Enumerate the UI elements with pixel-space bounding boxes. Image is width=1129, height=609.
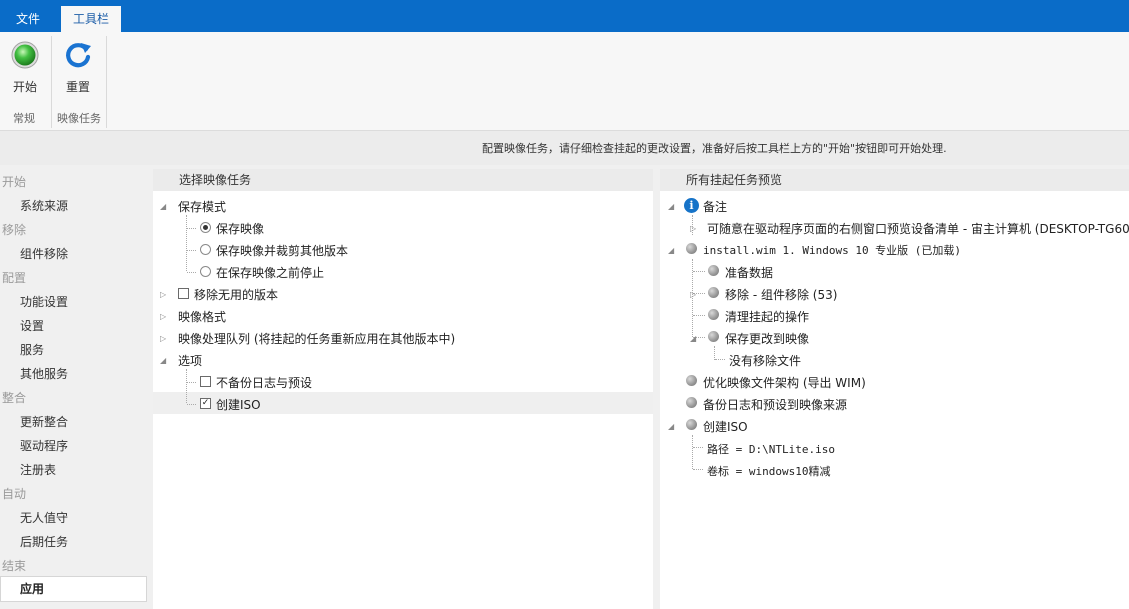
reset-label: 重置 bbox=[65, 80, 90, 94]
ribbon-separator bbox=[106, 36, 107, 128]
sidebar-item-drivers[interactable]: 驱动程序 bbox=[20, 437, 68, 454]
no-backup-checkbox[interactable] bbox=[200, 376, 211, 387]
collapse-arrow-icon[interactable]: ◢ bbox=[668, 422, 674, 431]
tree-connector bbox=[186, 369, 187, 403]
remove-unused-label: 移除无用的版本 bbox=[194, 288, 279, 302]
sidebar-item-component-removal[interactable]: 组件移除 bbox=[20, 245, 68, 262]
tree-connector bbox=[693, 447, 703, 448]
collapse-arrow-icon[interactable]: ◢ bbox=[668, 246, 674, 255]
sidebar-item-services[interactable]: 服务 bbox=[20, 341, 44, 358]
save-mode-node: 保存模式 bbox=[178, 200, 227, 214]
expand-arrow-icon[interactable]: ▷ bbox=[160, 334, 166, 343]
notes-detail: 可随意在驱动程序页面的右侧窗口预览设备清单 - 宙主计算机 (DESKTOP-T… bbox=[707, 222, 1129, 236]
expand-arrow-icon[interactable]: ▷ bbox=[160, 312, 166, 321]
save-changes-node: 保存更改到映像 bbox=[725, 332, 810, 346]
title-bar bbox=[0, 0, 1129, 32]
remove-unused-checkbox[interactable] bbox=[178, 288, 189, 299]
sidebar-category-start: 开始 bbox=[2, 175, 27, 189]
stop-before-label: 在保存映像之前停止 bbox=[216, 266, 325, 280]
collapse-arrow-icon[interactable]: ◢ bbox=[690, 334, 696, 343]
tree-connector bbox=[187, 404, 196, 405]
create-iso-label: 创建ISO bbox=[216, 398, 261, 412]
pending-status-icon bbox=[708, 287, 719, 298]
tree-connector bbox=[715, 359, 725, 360]
collapse-arrow-icon[interactable]: ◢ bbox=[668, 202, 674, 211]
sidebar-category-automate: 自动 bbox=[2, 487, 27, 501]
reset-button[interactable]: 重置 bbox=[58, 40, 98, 100]
optimize-node: 优化映像文件架构 (导出 WIM) bbox=[703, 376, 866, 390]
notes-node: 备注 bbox=[703, 200, 728, 214]
ribbon-separator bbox=[51, 36, 52, 128]
refresh-icon bbox=[66, 43, 91, 68]
sidebar-item-post-setup[interactable]: 后期任务 bbox=[20, 533, 68, 550]
ribbon bbox=[0, 32, 1129, 131]
sidebar-item-updates[interactable]: 更新整合 bbox=[20, 413, 68, 430]
tab-file[interactable]: 文件 bbox=[0, 6, 56, 32]
prepare-data-node: 准备数据 bbox=[725, 266, 774, 280]
tree-connector bbox=[714, 346, 715, 360]
backup-logs-node: 备份日志和预设到映像来源 bbox=[703, 398, 848, 412]
tab-toolbar[interactable]: 工具栏 bbox=[61, 6, 121, 32]
sidebar-item-settings[interactable]: 设置 bbox=[20, 317, 44, 334]
tree-connector bbox=[187, 250, 196, 251]
iso-label-node: 卷标 = windows10精减 bbox=[707, 465, 831, 478]
sidebar-item-feature-settings[interactable]: 功能设置 bbox=[20, 293, 68, 310]
group-image-tasks-label: 映像任务 bbox=[57, 112, 101, 125]
create-iso-node: 创建ISO bbox=[703, 420, 748, 434]
collapse-arrow-icon[interactable]: ◢ bbox=[160, 356, 166, 365]
info-text: 配置映像任务，请仔细检查挂起的更改设置，准备好后按工具栏上方的"开始"按钮即可开… bbox=[482, 142, 947, 155]
cleanup-node: 清理挂起的操作 bbox=[725, 310, 810, 324]
image-tasks-header: 选择映像任务 bbox=[153, 169, 653, 191]
expand-arrow-icon[interactable]: ▷ bbox=[690, 290, 696, 299]
stop-before-radio[interactable] bbox=[200, 266, 211, 277]
sidebar-item-unattended[interactable]: 无人值守 bbox=[20, 509, 68, 526]
install-wim-node: install.wim 1. Windows 10 专业版 (已加载) bbox=[703, 244, 962, 257]
save-image-label: 保存映像 bbox=[216, 222, 265, 236]
expand-arrow-icon[interactable]: ▷ bbox=[160, 290, 166, 299]
options-node: 选项 bbox=[178, 354, 203, 368]
sidebar-item-other-services[interactable]: 其他服务 bbox=[20, 365, 68, 382]
expand-arrow-icon[interactable]: ▷ bbox=[690, 224, 696, 233]
save-trim-radio[interactable] bbox=[200, 244, 211, 255]
create-iso-checkbox[interactable]: ✓ bbox=[200, 398, 211, 409]
tree-connector bbox=[187, 382, 196, 383]
start-label: 开始 bbox=[12, 80, 37, 94]
pending-status-icon bbox=[686, 375, 697, 386]
pending-status-icon bbox=[686, 419, 697, 430]
sidebar-category-configure: 配置 bbox=[2, 271, 27, 285]
no-backup-label: 不备份日志与预设 bbox=[216, 376, 313, 390]
remove-components-node: 移除 - 组件移除 (53) bbox=[725, 288, 838, 302]
image-format-node: 映像格式 bbox=[178, 310, 227, 324]
save-image-radio[interactable] bbox=[200, 222, 211, 233]
tree-connector bbox=[693, 469, 703, 470]
pending-status-icon bbox=[708, 265, 719, 276]
group-general-label: 常规 bbox=[13, 112, 35, 125]
no-removed-files-node: 没有移除文件 bbox=[729, 354, 802, 368]
sidebar-category-finish: 结束 bbox=[2, 559, 27, 573]
tree-connector bbox=[187, 228, 196, 229]
panel-divider[interactable] bbox=[653, 166, 660, 609]
pending-tasks-header: 所有挂起任务预览 bbox=[660, 169, 1129, 191]
save-trim-label: 保存映像并裁剪其他版本 bbox=[216, 244, 349, 258]
tree-connector bbox=[693, 271, 705, 272]
pending-status-icon bbox=[686, 397, 697, 408]
tree-connector bbox=[693, 315, 705, 316]
iso-path-node: 路径 = D:\NTLite.iso bbox=[707, 443, 835, 456]
sidebar-category-remove: 移除 bbox=[2, 223, 27, 237]
start-icon bbox=[11, 41, 39, 69]
sidebar-item-registry[interactable]: 注册表 bbox=[20, 461, 56, 478]
queue-node: 映像处理队列 (将挂起的任务重新应用在其他版本中) bbox=[178, 332, 456, 346]
tree-connector bbox=[692, 435, 693, 469]
start-button[interactable]: 开始 bbox=[5, 40, 45, 100]
pending-status-icon bbox=[708, 309, 719, 320]
tree-connector bbox=[186, 215, 187, 271]
sidebar-category-integrate: 整合 bbox=[2, 391, 27, 405]
pending-status-icon bbox=[708, 331, 719, 342]
sidebar-item-apply-label: 应用 bbox=[20, 582, 45, 596]
tree-connector bbox=[187, 272, 196, 273]
pending-status-icon bbox=[686, 243, 697, 254]
collapse-arrow-icon[interactable]: ◢ bbox=[160, 202, 166, 211]
sidebar-item-system-source[interactable]: 系统来源 bbox=[20, 197, 68, 214]
info-icon: i bbox=[684, 198, 699, 213]
